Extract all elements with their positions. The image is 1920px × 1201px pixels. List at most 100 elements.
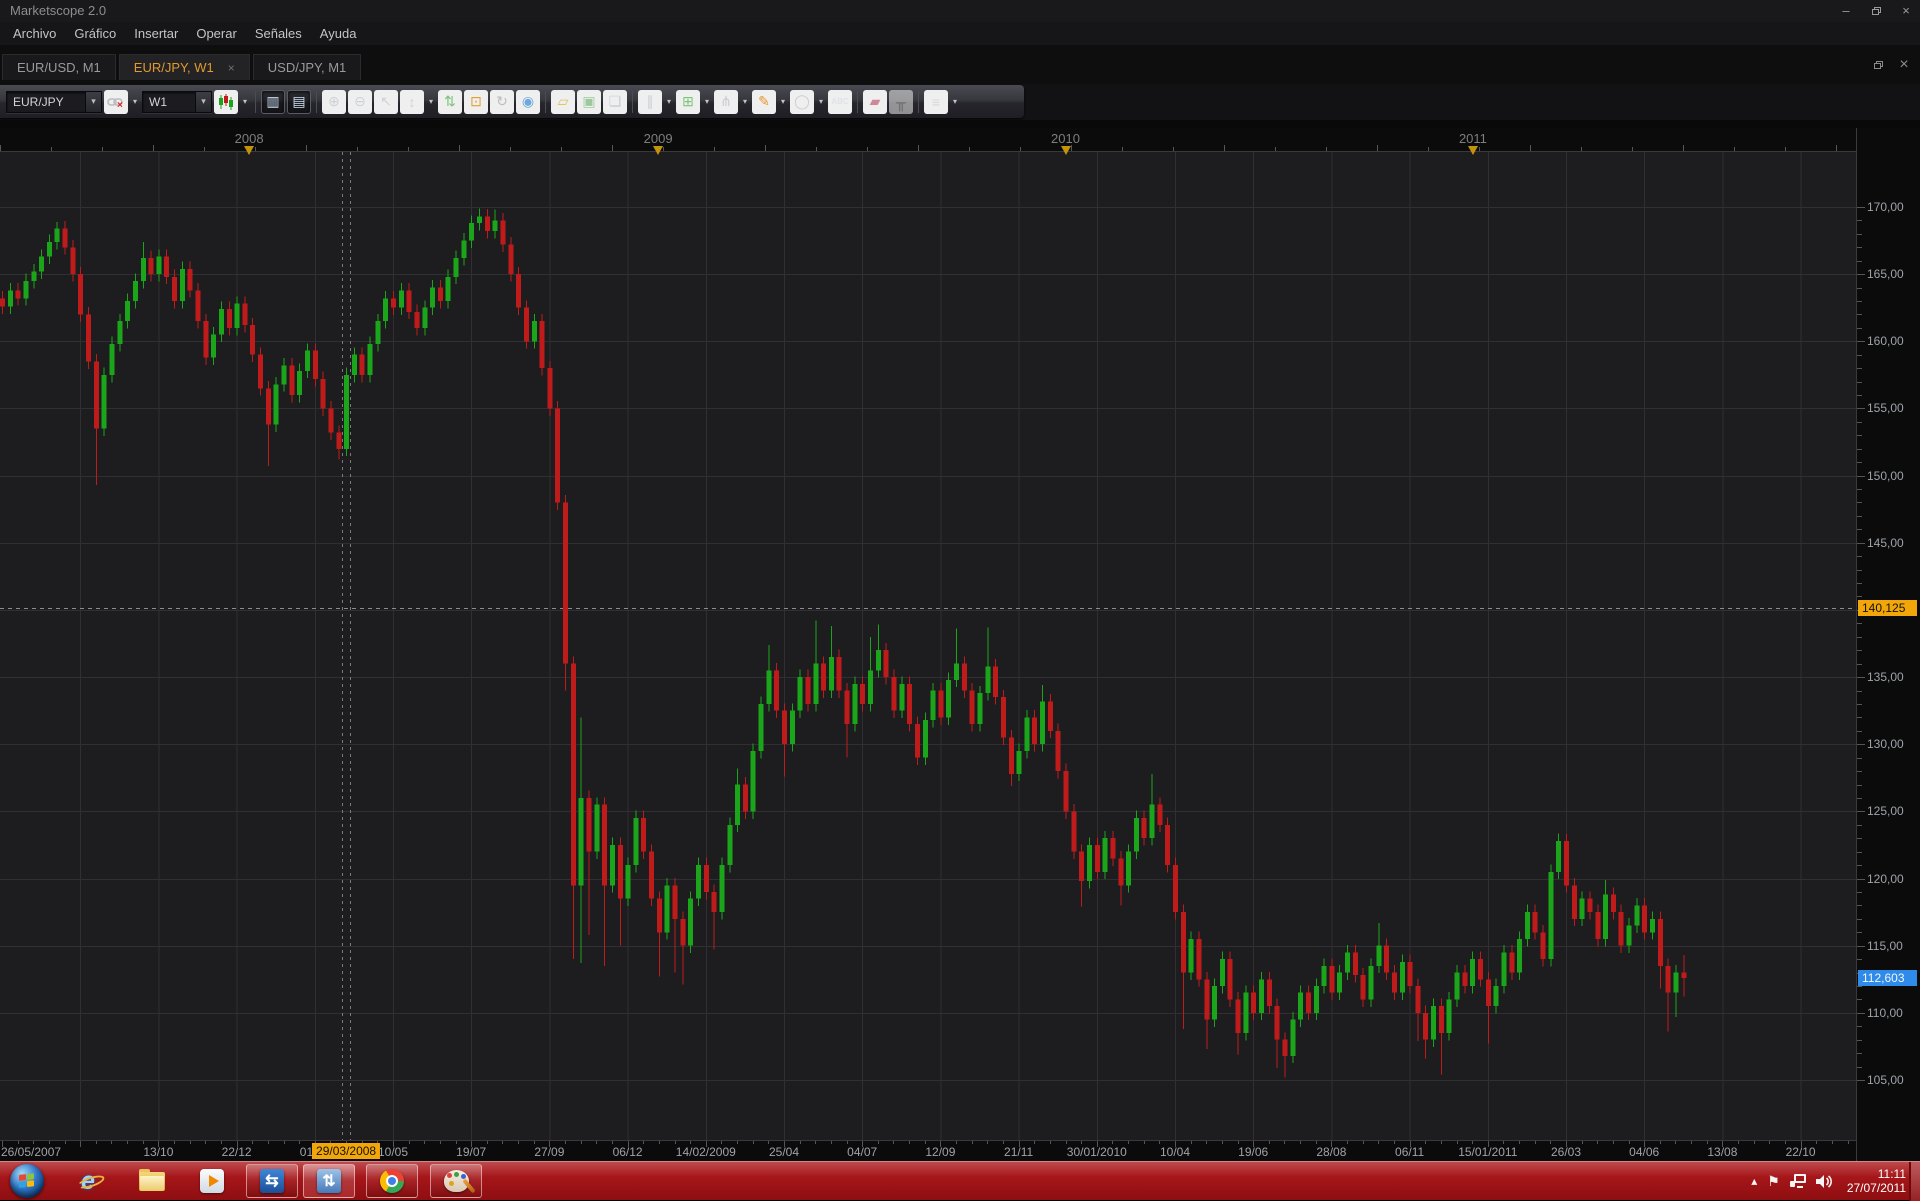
- year-marker-icon: [1468, 146, 1478, 155]
- action-center-flag-icon[interactable]: ⚑: [1767, 1173, 1780, 1190]
- chart-type-button[interactable]: [214, 90, 238, 114]
- chevron-down-icon[interactable]: ▾: [816, 97, 826, 106]
- fan-lines-button[interactable]: ⋔: [714, 90, 738, 114]
- restore-button[interactable]: [1868, 3, 1884, 19]
- web-button[interactable]: ◉: [516, 90, 540, 114]
- date-axis[interactable]: 29/03/2008 26/05/200713/1022/1201/0310/0…: [0, 1140, 1856, 1161]
- taskbar-chrome[interactable]: [366, 1164, 418, 1198]
- price-label: 135,00: [1867, 670, 1904, 684]
- chart-tab-eur-jpy[interactable]: EUR/JPY, W1 ×: [119, 54, 250, 80]
- network-icon[interactable]: [1790, 1174, 1806, 1188]
- chart-toolbar: EUR/JPY▾×▾W1▾▾▥▤⊕⊖↖↕▾⇅⊡↻◉▱▣❏∥▾⊞▾⋔▾✎▾◯▾AB…: [0, 85, 1024, 118]
- layout-list-button[interactable]: ▤: [287, 90, 311, 114]
- indicator-button[interactable]: ⊞: [676, 90, 700, 114]
- menu-item-seales[interactable]: Señales: [246, 23, 311, 44]
- chart-tab-usd-jpy[interactable]: USD/JPY, M1: [253, 54, 362, 80]
- selected-date-tag: 29/03/2008: [312, 1143, 380, 1159]
- toolbar-menu-button[interactable]: ≡: [924, 90, 948, 114]
- date-label: 27/09: [534, 1145, 564, 1159]
- alert-price-tag[interactable]: 140,125: [1858, 600, 1917, 616]
- volume-icon[interactable]: [1816, 1174, 1833, 1189]
- taskbar-windows-explorer[interactable]: [126, 1164, 178, 1198]
- toolbar-row: EUR/JPY▾×▾W1▾▾▥▤⊕⊖↖↕▾⇅⊡↻◉▱▣❏∥▾⊞▾⋔▾✎▾◯▾AB…: [0, 84, 1920, 120]
- layout-panel-button[interactable]: ▥: [261, 90, 285, 114]
- refresh-icon: ↻: [496, 93, 508, 110]
- toolbar-menu-icon: ≡: [932, 94, 940, 110]
- price-axis[interactable]: 140,125 112,603 170,00165,00160,00155,00…: [1856, 128, 1920, 1161]
- menu-item-insertar[interactable]: Insertar: [125, 23, 187, 44]
- refresh-button[interactable]: ↻: [490, 90, 514, 114]
- date-label: 13/10: [143, 1145, 173, 1159]
- taskbar-paint[interactable]: [430, 1164, 482, 1198]
- zoom-in-button[interactable]: ⊕: [322, 90, 346, 114]
- add-image-button[interactable]: ▣: [577, 90, 601, 114]
- taskbar-media-player[interactable]: [186, 1164, 238, 1198]
- new-chart-window-button[interactable]: ❏: [603, 90, 627, 114]
- candlestick-chart[interactable]: [0, 152, 1856, 1140]
- chart-tab-eur-usd[interactable]: EUR/USD, M1: [2, 54, 116, 80]
- eraser-icon: ▰: [870, 93, 881, 110]
- chevron-down-icon[interactable]: ▾: [778, 97, 788, 106]
- chevron-down-icon[interactable]: ▾: [85, 92, 101, 112]
- price-scale-button[interactable]: ⇅: [438, 90, 462, 114]
- date-label: 15/01/2011: [1458, 1145, 1517, 1159]
- date-label: 04/06: [1629, 1145, 1659, 1159]
- chart-plot[interactable]: [0, 152, 1856, 1140]
- toolbar-separator: [255, 91, 256, 113]
- chevron-down-icon[interactable]: ▾: [664, 97, 674, 106]
- price-label: 115,00: [1867, 939, 1903, 953]
- chevron-down-icon[interactable]: ▾: [195, 92, 211, 112]
- date-label: 28/08: [1316, 1145, 1346, 1159]
- system-tray: ▴ ⚑ 11:11 27/07/2011: [1751, 1162, 1906, 1200]
- title-bar: Marketscope 2.0 – ×: [0, 0, 1920, 22]
- show-desktop-button[interactable]: [1909, 1162, 1920, 1201]
- taskbar-trading-station[interactable]: ⇆: [246, 1164, 298, 1198]
- chart-options-button[interactable]: ⊡: [464, 90, 488, 114]
- clock[interactable]: 11:11 27/07/2011: [1847, 1167, 1906, 1195]
- date-label: 26/03: [1551, 1145, 1581, 1159]
- text-label-button[interactable]: ABC: [828, 90, 852, 114]
- tab-label: EUR/JPY, W1: [134, 60, 214, 75]
- unlink-charts-button[interactable]: ×: [104, 90, 128, 114]
- toolbar-separator: [545, 91, 546, 113]
- chevron-down-icon[interactable]: ▾: [240, 97, 250, 106]
- chevron-down-icon[interactable]: ▾: [950, 97, 960, 106]
- menu-item-operar[interactable]: Operar: [187, 23, 245, 44]
- eraser-button[interactable]: ▰: [863, 90, 887, 114]
- menu-item-ayuda[interactable]: Ayuda: [311, 23, 366, 44]
- chevron-down-icon[interactable]: ▾: [740, 97, 750, 106]
- menu-item-grfico[interactable]: Gráfico: [65, 23, 125, 44]
- chart-restore-button[interactable]: [1870, 57, 1886, 73]
- chevron-down-icon[interactable]: ▾: [426, 97, 436, 106]
- minimize-button[interactable]: –: [1838, 3, 1854, 19]
- taskbar-internet-explorer[interactable]: e: [62, 1164, 114, 1198]
- tray-expand-icon[interactable]: ▴: [1751, 1174, 1757, 1188]
- chart-options-icon: ⊡: [470, 93, 482, 110]
- pencil-button[interactable]: ✎: [752, 90, 776, 114]
- zoom-out-button[interactable]: ⊖: [348, 90, 372, 114]
- ruler-button[interactable]: ▱: [551, 90, 575, 114]
- chevron-down-icon[interactable]: ▾: [702, 97, 712, 106]
- close-button[interactable]: ×: [1898, 3, 1914, 19]
- ellipse-button[interactable]: ◯: [790, 90, 814, 114]
- last-price-tag: 112,603: [1858, 970, 1917, 986]
- menu-item-archivo[interactable]: Archivo: [4, 23, 65, 44]
- tab-label: EUR/USD, M1: [17, 60, 101, 75]
- year-label: 2010: [1051, 131, 1080, 146]
- chart-close-button[interactable]: ×: [1896, 57, 1912, 73]
- symbol-combo[interactable]: EUR/JPY▾: [6, 91, 102, 113]
- tray-date: 27/07/2011: [1847, 1181, 1906, 1195]
- tab-close-icon[interactable]: ×: [228, 61, 235, 75]
- period-combo[interactable]: W1▾: [142, 91, 212, 113]
- date-label: 25/04: [769, 1145, 799, 1159]
- taskbar-marketscope[interactable]: ⇅: [303, 1164, 355, 1198]
- chevron-down-icon[interactable]: ▾: [130, 97, 140, 106]
- toolbar-separator: [918, 91, 919, 113]
- start-button[interactable]: [10, 1164, 44, 1198]
- pointer-button[interactable]: ↖: [374, 90, 398, 114]
- trendline-button[interactable]: ∥: [638, 90, 662, 114]
- year-axis[interactable]: 2008200920102011: [0, 128, 1856, 152]
- vertical-zoom-button[interactable]: ↕: [400, 90, 424, 114]
- indicator-icon: ⊞: [682, 93, 694, 110]
- pointer-icon: ↖: [380, 93, 392, 110]
